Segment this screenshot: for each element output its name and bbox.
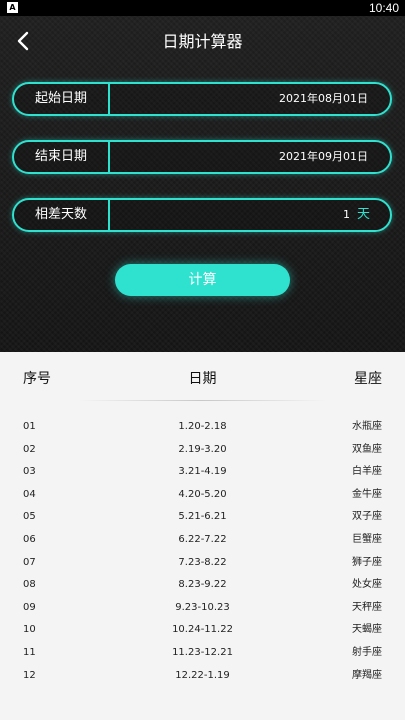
table-row: 07 7.23-8.22 狮子座	[0, 552, 405, 575]
table-row: 06 6.22-7.22 巨蟹座	[0, 529, 405, 552]
row-sign: 金牛座	[352, 488, 382, 500]
header-divider	[78, 400, 326, 401]
row-date: 5.21-6.21	[178, 511, 227, 523]
row-date: 7.23-8.22	[178, 556, 227, 568]
header-date: 日期	[188, 371, 217, 387]
notification-badge: A	[7, 2, 18, 13]
row-sign: 狮子座	[352, 556, 382, 568]
row-date: 3.21-4.19	[178, 466, 227, 478]
status-time: 10:40	[368, 1, 399, 15]
table-row: 05 5.21-6.21 双子座	[0, 506, 405, 529]
row-sign: 巨蟹座	[352, 533, 382, 545]
row-sign: 双鱼座	[352, 443, 382, 455]
calculator-panel: 日期计算器 起始日期 2021年08月01日 结束日期 2021年09月01日 …	[0, 16, 405, 352]
start-date-row: 起始日期 2021年08月01日	[12, 82, 392, 116]
row-date: 1.20-2.18	[178, 421, 227, 432]
day-unit: 天	[356, 207, 370, 222]
page-title: 日期计算器	[162, 32, 243, 51]
end-date-picker[interactable]: 2021年09月01日	[279, 142, 368, 172]
row-sign: 白羊座	[352, 466, 382, 478]
row-date: 12.22-1.19	[175, 669, 230, 681]
table-row: 01 1.20-2.18 水瓶座	[0, 416, 405, 439]
end-date-row: 结束日期 2021年09月01日	[12, 140, 392, 174]
start-date-label: 起始日期	[14, 84, 110, 114]
row-date: 4.20-5.20	[178, 488, 227, 500]
row-sign: 摩羯座	[352, 669, 382, 681]
end-date-label: 结束日期	[14, 142, 110, 172]
row-date: 10.24-11.22	[172, 624, 233, 636]
table-row: 04 4.20-5.20 金牛座	[0, 484, 405, 507]
table-row: 02 2.19-3.20 双鱼座	[0, 439, 405, 462]
row-sign: 天蝎座	[352, 624, 382, 636]
day-diff-input[interactable]	[114, 204, 350, 226]
start-date-picker[interactable]: 2021年08月01日	[279, 84, 368, 114]
row-sign: 射手座	[352, 646, 382, 658]
day-diff-label: 相差天数	[14, 200, 110, 230]
header-sign: 星座	[354, 371, 382, 387]
table-row: 09 9.23-10.23 天秤座	[0, 597, 405, 620]
row-sign: 天秤座	[352, 601, 382, 613]
calculate-button[interactable]: 计算	[115, 264, 290, 296]
day-diff-row: 相差天数 天	[12, 198, 392, 232]
row-date: 8.23-9.22	[178, 579, 227, 591]
table-row: 12 12.22-1.19 摩羯座	[0, 665, 405, 688]
row-date: 9.23-10.23	[175, 601, 230, 613]
row-sign: 水瓶座	[352, 421, 382, 432]
status-bar: A 10:40	[0, 0, 405, 16]
row-date: 11.23-12.21	[172, 646, 233, 658]
table-rows: 01 1.20-2.18 水瓶座 02 2.19-3.20 双鱼座 03 3.21-4.1…	[0, 416, 405, 687]
zodiac-table: 序号 日期 星座 01 1.20-2.18 水瓶座 02 2.19-3.20 双鱼座 0…	[0, 352, 405, 720]
row-sign: 双子座	[352, 511, 382, 523]
row-date: 2.19-3.20	[178, 443, 227, 455]
table-row: 08 8.23-9.22 处女座	[0, 574, 405, 597]
table-row: 03 3.21-4.19 白羊座	[0, 461, 405, 484]
row-sign: 处女座	[352, 579, 382, 591]
table-row: 11 11.23-12.21 射手座	[0, 642, 405, 665]
table-row: 10 10.24-11.22 天蝎座	[0, 619, 405, 642]
row-date: 6.22-7.22	[178, 533, 227, 545]
